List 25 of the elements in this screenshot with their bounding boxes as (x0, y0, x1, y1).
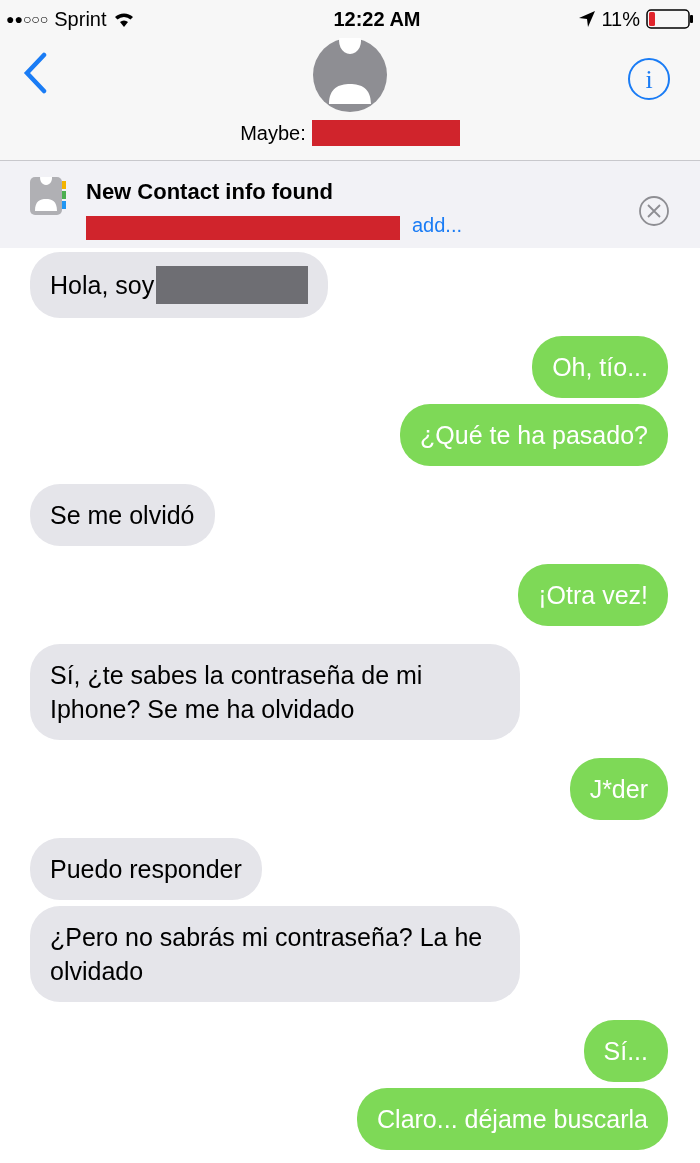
close-icon[interactable] (638, 195, 670, 227)
banner-title: New Contact info found (86, 178, 334, 206)
message-text: Se me olvidó (50, 500, 195, 531)
message-text: J*der (589, 774, 648, 805)
message-text: Sí, ¿te sabes la contraseña de mi Iphone? Se me ha olvidado (50, 660, 424, 725)
message-text: Claro... déjame buscarla (377, 1104, 648, 1135)
info-button[interactable]: i (628, 58, 670, 100)
contacts-app-icon (30, 177, 66, 215)
add-link[interactable]: add... (412, 210, 463, 240)
battery-percent: 11% (601, 7, 640, 32)
message-text: ¡Otra vez! (538, 580, 648, 611)
contact-label: Maybe: (240, 121, 306, 146)
message-text: Hola, soy (50, 270, 155, 301)
message-text: Puedo responder (50, 854, 242, 885)
clock: 12:22 AM (333, 7, 421, 32)
location-arrow-icon (579, 11, 596, 27)
back-button[interactable] (22, 52, 48, 94)
message-text: Sí... (603, 1036, 648, 1067)
message-text: Oh, tío... (552, 352, 648, 383)
message-text: ¿Qué te ha pasado? (420, 420, 648, 451)
message-text: ¿Pero no sabrás mi contraseña? La he olvidado (50, 922, 484, 987)
carrier: Sprint (54, 7, 107, 32)
contact-avatar[interactable] (313, 38, 387, 112)
battery-icon (646, 9, 694, 29)
signal-strength: ●●○○○ (6, 9, 49, 29)
